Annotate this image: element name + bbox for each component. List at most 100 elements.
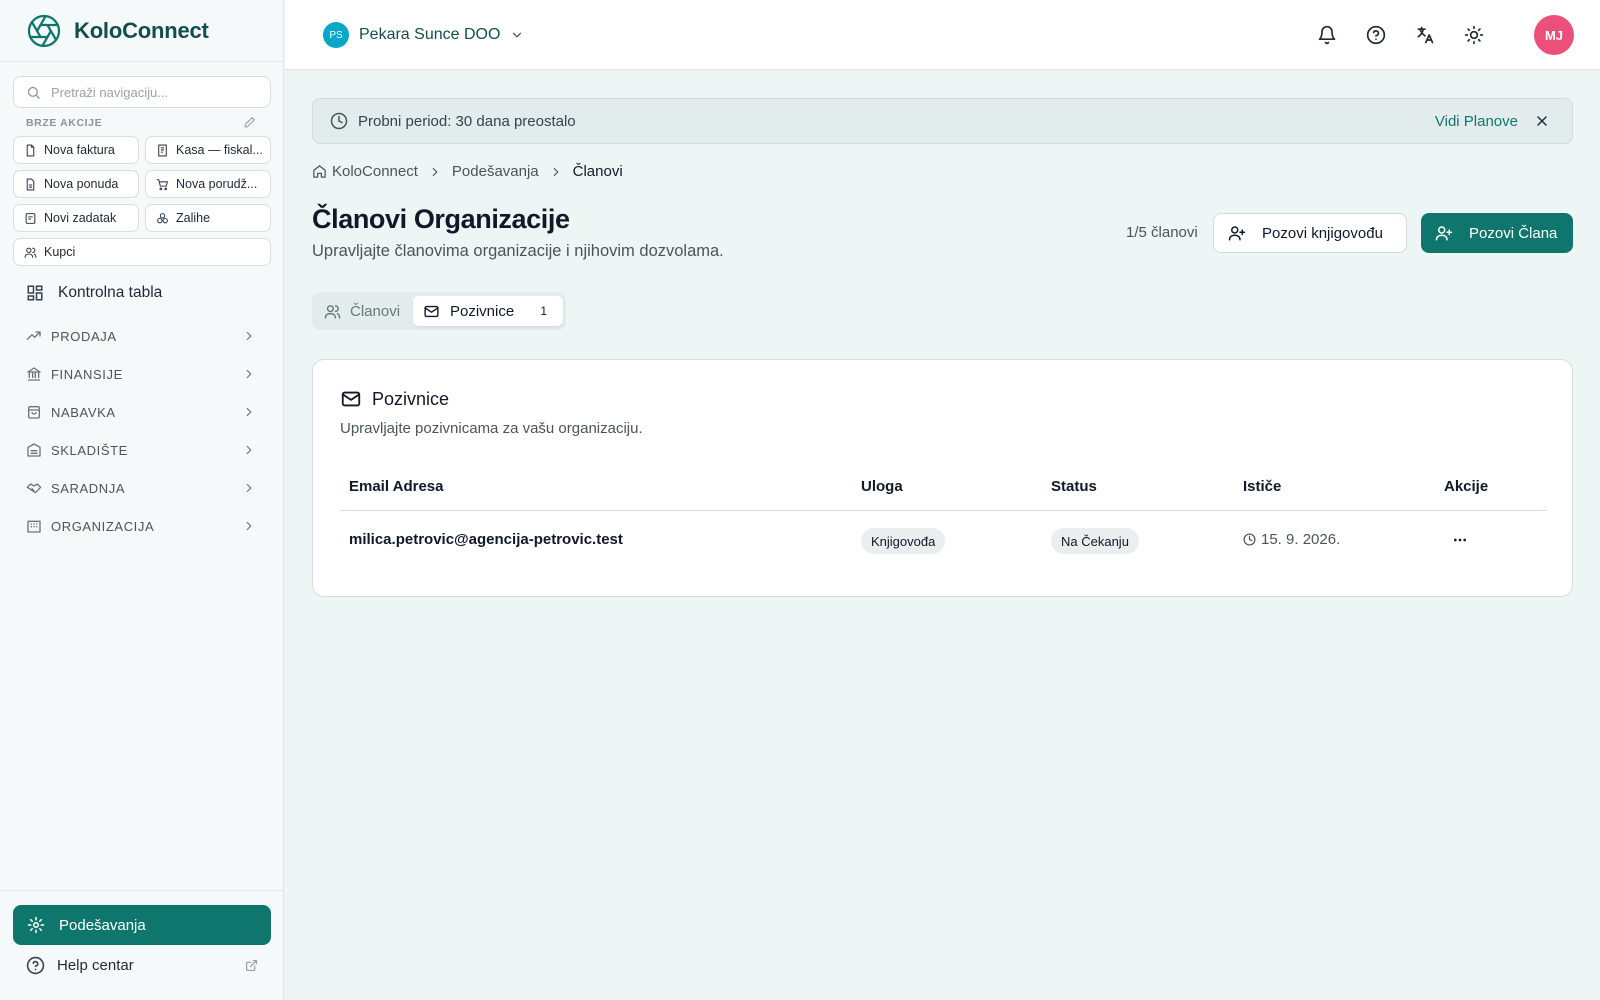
tab-invitations-count: 1 (540, 304, 547, 318)
tab-members[interactable]: Članovi (324, 296, 400, 326)
invite-accountant-button[interactable]: Pozovi knjigovođu (1213, 213, 1407, 253)
more-horizontal-icon (1454, 538, 1466, 542)
chevron-right-icon (246, 483, 252, 493)
translate-icon[interactable] (1415, 25, 1435, 45)
nav-group-collaboration[interactable]: SARADNJA (26, 476, 256, 500)
sidebar-divider (0, 890, 284, 891)
tab-invitations[interactable]: Pozivnice 1 (413, 296, 563, 326)
user-plus-icon (1435, 226, 1453, 241)
gear-icon (27, 916, 45, 934)
pencil-icon[interactable] (243, 116, 256, 129)
chevron-right-icon (246, 521, 252, 531)
users-icon (24, 247, 37, 258)
nav-group-label: PRODAJA (51, 328, 117, 344)
nav-help-center[interactable]: Help centar (26, 956, 258, 975)
nav-group-label: SARADNJA (51, 480, 126, 496)
invite-accountant-label: Pozovi knjigovođu (1262, 224, 1383, 242)
help-circle-icon (26, 956, 45, 975)
chevron-down-icon (513, 32, 522, 38)
column-header-actions: Akcije (1444, 478, 1489, 495)
column-header-expires: Ističe (1243, 478, 1282, 495)
users-icon (324, 304, 341, 319)
member-count: 1/5 članovi (1126, 224, 1198, 241)
quick-action-inventory[interactable]: Zalihe (145, 204, 271, 232)
org-name: Pekara Sunce DOO (359, 26, 501, 43)
brand-name: KoloConnect (74, 17, 209, 43)
clock-icon (330, 112, 348, 130)
page-title: Članovi Organizacije (312, 204, 570, 234)
nav-group-label: NABAVKA (51, 404, 116, 420)
shopping-bag-icon (28, 406, 40, 419)
quick-action-label: Kupci (44, 245, 76, 259)
nav-dashboard-label: Kontrolna tabla (58, 284, 163, 301)
nav-settings[interactable]: Podešavanja (13, 905, 271, 945)
column-header-email: Email Adresa (349, 478, 444, 495)
user-plus-icon (1228, 226, 1246, 241)
breadcrumb-home[interactable]: KoloConnect (332, 163, 418, 180)
bank-icon (27, 367, 41, 381)
org-badge: PS (323, 22, 349, 48)
card-title: Pozivnice (372, 388, 450, 409)
file-icon (26, 144, 35, 156)
nav-search[interactable] (13, 76, 271, 108)
nav-group-procurement[interactable]: NABAVKA (26, 400, 256, 424)
column-header-status: Status (1051, 478, 1097, 495)
quick-action-pos[interactable]: Kasa — fiskal... (145, 136, 271, 164)
close-icon[interactable] (1534, 113, 1550, 129)
nav-dashboard[interactable]: Kontrolna tabla (26, 284, 162, 302)
nav-group-label: ORGANIZACIJA (51, 518, 155, 534)
role-badge: Knjigovođa (861, 528, 946, 554)
view-plans-link[interactable]: Vidi Planove (1435, 113, 1518, 130)
nav-group-organization[interactable]: ORGANIZACIJA (26, 514, 256, 538)
brand[interactable]: KoloConnect (0, 0, 283, 62)
search-icon (27, 86, 40, 99)
quick-action-new-offer[interactable]: Nova ponuda (13, 170, 139, 198)
quick-action-new-invoice[interactable]: Nova faktura (13, 136, 139, 164)
boxes-icon (157, 212, 168, 223)
chevron-right-icon (246, 331, 252, 341)
status-badge: Na Čekanju (1051, 528, 1139, 554)
breadcrumb-current: Članovi (572, 163, 623, 180)
quick-action-label: Novi zadatak (44, 211, 117, 225)
user-avatar[interactable]: MJ (1534, 15, 1574, 55)
quick-action-label: Nova ponuda (44, 177, 119, 191)
nav-search-input[interactable] (51, 84, 251, 100)
breadcrumb: KoloConnect Podešavanja Članovi (312, 163, 623, 180)
trending-up-icon (26, 331, 41, 340)
card-header: Pozivnice (340, 388, 449, 410)
row-actions-button[interactable] (1448, 532, 1472, 548)
handshake-icon (26, 483, 42, 494)
invite-expiry-date: 15. 9. 2026. (1261, 531, 1341, 548)
nav-group-sales[interactable]: PRODAJA (26, 324, 256, 348)
building-icon (27, 520, 41, 533)
aperture-logo-icon (27, 14, 61, 47)
help-icon[interactable] (1366, 25, 1386, 45)
page-subtitle: Upravljajte članovima organizacije i nji… (312, 242, 724, 260)
sidebar: KoloConnect BRZE AKCIJE Nova faktura Kas… (0, 0, 284, 1000)
quick-action-customers[interactable]: Kupci (13, 238, 271, 266)
nav-group-label: SKLADIŠTE (51, 442, 128, 458)
chevron-right-icon (553, 167, 559, 176)
quick-action-label: Zalihe (176, 211, 211, 225)
nav-settings-label: Podešavanja (59, 916, 146, 934)
quick-action-label: Kasa — fiskal... (176, 143, 263, 157)
quick-action-new-order[interactable]: Nova porudž... (145, 170, 271, 198)
mail-icon (341, 391, 361, 407)
warehouse-icon (27, 443, 41, 457)
quick-action-label: Nova porudž... (176, 177, 258, 191)
trial-message: Probni period: 30 dana preostalo (358, 112, 576, 130)
bell-icon[interactable] (1317, 25, 1337, 45)
nav-group-label: FINANSIJE (51, 366, 123, 382)
invite-email: milica.petrovic@agencija-petrovic.test (349, 531, 623, 548)
quick-action-new-task[interactable]: Novi zadatak (13, 204, 139, 232)
invite-expiry: 15. 9. 2026. (1243, 531, 1340, 548)
invite-member-label: Pozovi Člana (1469, 224, 1558, 242)
card-subtitle: Upravljajte pozivnicama za vašu organiza… (340, 420, 643, 437)
nav-group-warehouse[interactable]: SKLADIŠTE (26, 438, 256, 462)
org-switcher[interactable]: PS Pekara Sunce DOO (323, 22, 524, 48)
sun-icon[interactable] (1464, 25, 1484, 45)
nav-group-finance[interactable]: FINANSIJE (26, 362, 256, 386)
breadcrumb-settings[interactable]: Podešavanja (452, 163, 539, 180)
tabs: Članovi Pozivnice 1 (312, 292, 566, 330)
invite-member-button[interactable]: Pozovi Člana (1421, 213, 1573, 253)
